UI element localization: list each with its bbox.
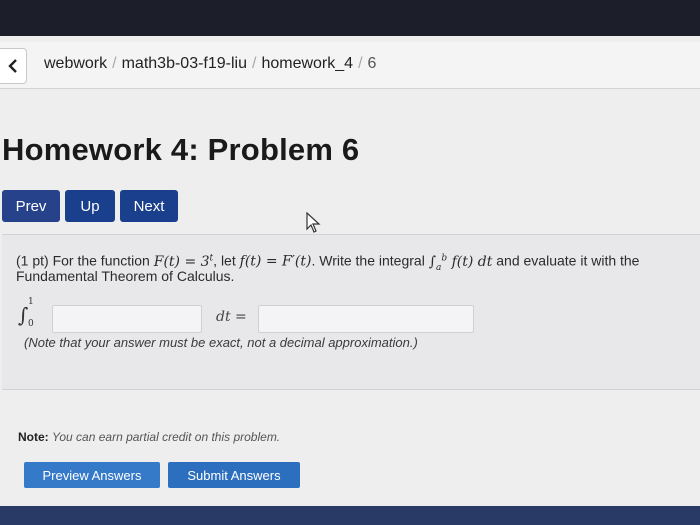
partial-credit-note: Note: You can earn partial credit on thi…	[18, 430, 280, 444]
note-label: Note:	[18, 430, 49, 444]
answer-integral-upper: 1	[28, 297, 34, 307]
problem-statement-line2: Fundamental Theorem of Calculus.	[16, 268, 235, 284]
problem-intro-text: (1 pt) For the function	[16, 252, 150, 269]
problem-body: (1 pt) For the function F(t) = 3t, let f…	[2, 234, 700, 390]
answer-integral-sign: ∫ 1 0	[18, 297, 34, 329]
breadcrumb-bar: webwork / math3b-03-f19-liu / homework_4/6	[0, 42, 700, 89]
evaluate-text: and evaluate it with the	[496, 252, 640, 269]
up-button[interactable]: Up	[65, 190, 115, 222]
integral-expression: ∫ab f(t) dt	[428, 253, 493, 273]
integral-lower: a	[436, 262, 442, 273]
breadcrumb: webwork / math3b-03-f19-liu / homework_4/6	[44, 55, 377, 72]
screen: webwork / math3b-03-f19-liu / homework_4/6 H…	[0, 36, 700, 506]
exact-answer-note: (Note that your answer must be exact, no…	[24, 335, 418, 350]
bottom-strip	[0, 506, 700, 525]
breadcrumb-link-homework[interactable]: homework_4	[261, 55, 353, 72]
breadcrumb-link-webwork[interactable]: webwork	[44, 55, 107, 72]
answer-integral-lower: 0	[28, 319, 34, 329]
answer-actions: Preview Answers Submit Answers	[24, 462, 300, 488]
problem-nav: Prev Up Next	[2, 190, 178, 222]
submit-answers-button[interactable]: Submit Answers	[168, 462, 300, 488]
value-answer-input[interactable]	[258, 305, 474, 333]
integrand-answer-input[interactable]	[52, 305, 202, 333]
mouse-cursor-icon	[306, 212, 321, 233]
back-button[interactable]	[0, 48, 27, 84]
page-title: Homework 4: Problem 6	[2, 132, 360, 167]
breadcrumb-current: 6	[367, 55, 377, 72]
chevron-left-icon	[8, 59, 17, 73]
preview-answers-button[interactable]: Preview Answers	[24, 462, 160, 488]
integrand: f(t) dt	[451, 253, 493, 270]
let-text: , let	[213, 252, 236, 269]
breadcrumb-link-course[interactable]: math3b-03-f19-liu	[122, 55, 247, 72]
next-button[interactable]: Next	[120, 190, 178, 222]
integral-upper: b	[441, 253, 448, 263]
write-text: . Write the integral	[311, 252, 425, 269]
dt-equals-label: dt =	[216, 309, 247, 325]
function-f: f(t) = F′(t)	[239, 253, 312, 270]
note-text: You can earn partial credit on this prob…	[52, 430, 281, 444]
prev-button[interactable]: Prev	[2, 190, 60, 222]
